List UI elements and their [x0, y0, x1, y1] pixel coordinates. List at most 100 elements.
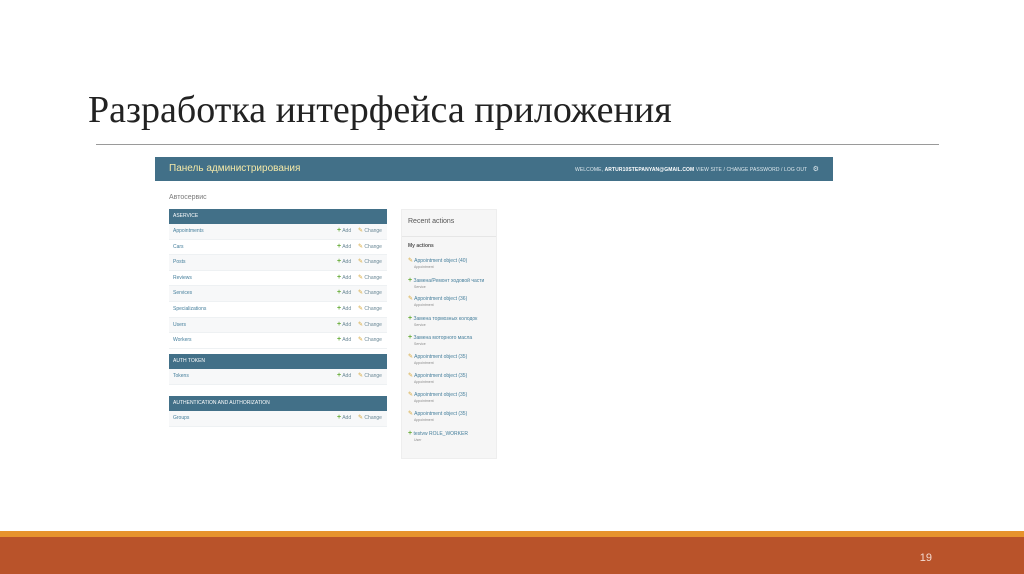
add-link[interactable]: + Add — [337, 318, 351, 332]
admin-screenshot: Панель администрирования WELCOME, ARTUR1… — [155, 157, 833, 459]
model-link[interactable]: Appointments — [173, 224, 204, 238]
add-label: Add — [342, 243, 352, 250]
change-link[interactable]: ✎ Change — [358, 411, 382, 425]
recent-action-item[interactable]: ✎ Appointment object (35) Appointment — [408, 373, 494, 385]
slide-title: Разработка интерфейса приложения — [88, 89, 672, 131]
plus-icon: + — [337, 258, 342, 266]
change-link[interactable]: ✎ Change — [358, 240, 382, 254]
recent-action-item[interactable]: ✎ Appointment object (35) Appointment — [408, 354, 494, 366]
plus-icon: + — [408, 315, 413, 323]
add-link[interactable]: + Add — [337, 333, 351, 347]
recent-action-text: Замена тормозных колодок — [413, 316, 478, 323]
change-link[interactable]: ✎ Change — [358, 302, 382, 316]
recent-action-type: Service — [414, 285, 426, 290]
pencil-icon: ✎ — [408, 410, 414, 417]
add-label: Add — [342, 415, 352, 421]
admin-header: Панель администрирования WELCOME, ARTUR1… — [155, 157, 833, 181]
recent-action-item[interactable]: + testvw ROLE_WORKER User — [408, 430, 494, 443]
plus-icon: + — [337, 372, 342, 379]
add-label: Add — [342, 259, 352, 266]
recent-action-item[interactable]: ✎ Appointment object (36) Appointment — [408, 296, 494, 308]
recent-action-type: Appointment — [414, 417, 434, 422]
add-link[interactable]: + Add — [337, 302, 351, 316]
user-email: ARTUR10STEPANYAN@GMAIL.COM — [604, 167, 695, 173]
recent-action-item[interactable]: ✎ Appointment object (35) Appointment — [408, 392, 494, 404]
pencil-icon: ✎ — [358, 415, 364, 421]
add-link[interactable]: + Add — [337, 224, 351, 238]
recent-action-type: Service — [414, 323, 426, 328]
plus-icon: + — [408, 277, 413, 285]
page-number: 19 — [919, 552, 932, 564]
add-link[interactable]: + Add — [337, 369, 351, 383]
change-label: Change — [364, 228, 382, 234]
add-link[interactable]: + Add — [337, 411, 351, 425]
change-label: Change — [364, 321, 382, 328]
pencil-icon: ✎ — [358, 305, 364, 312]
recent-action-item[interactable]: + Замена/Ремонт ходовой части Service — [408, 277, 494, 290]
add-label: Add — [342, 228, 352, 234]
model-link[interactable]: Cars — [173, 240, 184, 254]
model-link[interactable]: Reviews — [173, 271, 192, 285]
change-label: Change — [364, 305, 382, 312]
model-link[interactable]: Tokens — [173, 369, 189, 383]
model-link[interactable]: Posts — [173, 255, 186, 269]
add-link[interactable]: + Add — [337, 286, 351, 300]
plus-icon: + — [337, 320, 342, 328]
model-row: Tokens + Add ✎ Change — [169, 369, 387, 385]
app-module: AUTHENTICATION AND AUTHORIZATION Groups + … — [169, 396, 387, 427]
recent-action-item[interactable]: + Замена тормозных колодок Service — [408, 315, 494, 328]
model-row: Users + Add ✎ Change — [169, 317, 387, 334]
change-link[interactable]: ✎ Change — [358, 333, 382, 347]
recent-action-text: Замена/Ремонт ходовой части — [413, 278, 485, 285]
recent-action-type: User — [414, 437, 422, 442]
plus-icon: + — [408, 334, 413, 342]
change-label: Change — [364, 259, 382, 266]
model-link[interactable]: Users — [173, 318, 186, 332]
module-caption[interactable]: AUTHENTICATION AND AUTHORIZATION — [169, 396, 387, 411]
recent-action-text: Appointment object (36) — [414, 296, 468, 303]
theme-toggle-icon[interactable]: ⚙ — [813, 165, 819, 173]
model-link[interactable]: Groups — [173, 411, 189, 425]
add-link[interactable]: + Add — [337, 240, 351, 254]
module-caption[interactable]: AUTH TOKEN — [169, 354, 387, 369]
change-label: Change — [364, 373, 382, 379]
plus-icon: + — [408, 429, 413, 437]
recent-action-item[interactable]: ✎ Appointment object (40) Appointment — [408, 258, 494, 270]
breadcrumb[interactable]: Автосервис — [169, 194, 207, 201]
change-link[interactable]: ✎ Change — [358, 255, 382, 269]
model-link[interactable]: Workers — [173, 333, 192, 347]
plus-icon: + — [337, 273, 342, 281]
add-link[interactable]: + Add — [337, 271, 351, 285]
admin-brand[interactable]: Панель администрирования — [169, 163, 300, 174]
recent-action-text: testvw ROLE_WORKER — [413, 430, 468, 437]
change-link[interactable]: ✎ Change — [358, 369, 382, 383]
recent-action-type: Appointment — [414, 265, 434, 269]
change-link[interactable]: ✎ Change — [358, 286, 382, 300]
change-link[interactable]: ✎ Change — [358, 271, 382, 285]
change-label: Change — [364, 274, 382, 281]
recent-action-text: Замена моторного масла — [413, 335, 473, 342]
pencil-icon: ✎ — [358, 290, 364, 297]
model-row: Appointments + Add ✎ Change — [169, 224, 387, 240]
recent-action-item[interactable]: + Замена моторного масла Service — [408, 334, 494, 347]
add-label: Add — [342, 290, 352, 297]
model-row: Cars + Add ✎ Change — [169, 240, 387, 256]
module-caption[interactable]: ASERVICE — [169, 209, 387, 224]
user-links[interactable]: VIEW SITE / CHANGE PASSWORD / LOG OUT — [696, 167, 807, 173]
change-link[interactable]: ✎ Change — [358, 318, 382, 332]
pencil-icon: ✎ — [358, 274, 364, 281]
pencil-icon: ✎ — [408, 353, 414, 360]
add-link[interactable]: + Add — [337, 255, 351, 269]
recent-action-text: Appointment object (40) — [414, 258, 468, 264]
pencil-icon: ✎ — [358, 321, 364, 328]
app-module: AUTH TOKEN Tokens + Add ✎ Change — [169, 354, 387, 385]
recent-action-item[interactable]: ✎ Appointment object (35) Appointment — [408, 411, 494, 423]
model-row: Reviews + Add ✎ Change — [169, 271, 387, 287]
pencil-icon: ✎ — [358, 373, 364, 379]
recent-action-text: Appointment object (35) — [414, 410, 468, 417]
add-label: Add — [342, 373, 352, 379]
model-row: Services + Add ✎ Change — [169, 286, 387, 302]
model-link[interactable]: Services — [173, 286, 192, 300]
change-link[interactable]: ✎ Change — [358, 224, 382, 238]
model-link[interactable]: Specializations — [173, 302, 206, 316]
